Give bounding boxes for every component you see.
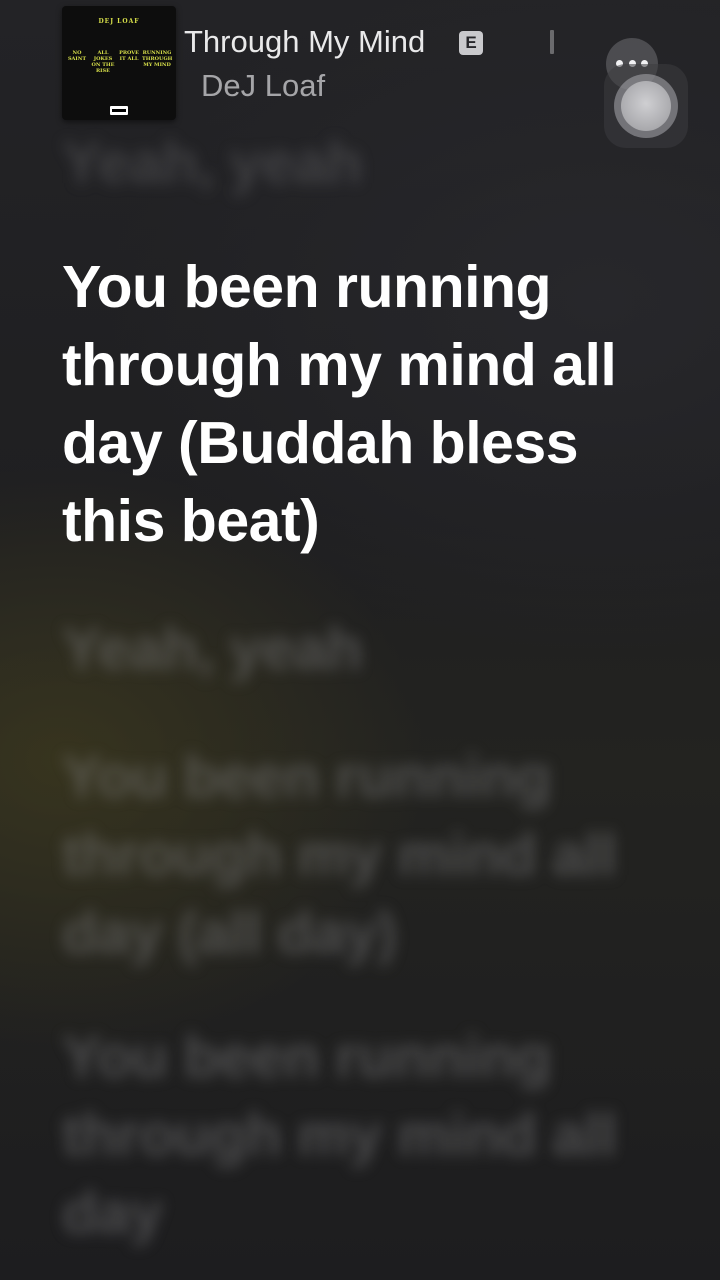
explicit-badge: E bbox=[459, 31, 483, 55]
album-art-brand: DEJ LOAF bbox=[98, 18, 140, 25]
lyric-line-upcoming[interactable]: Yeah, yeah bbox=[62, 610, 672, 688]
song-title[interactable]: Through My Mind bbox=[184, 22, 425, 62]
album-art-tag: NO SAINT bbox=[67, 50, 87, 62]
lyric-line-past[interactable]: Yeah, yeah bbox=[62, 124, 672, 202]
album-artwork[interactable]: DEJ LOAF NO SAINT ALL JOKES ON THE RISE … bbox=[62, 6, 176, 120]
artist-name[interactable]: DeJ Loaf bbox=[201, 66, 325, 106]
lyric-line-current[interactable]: You been running through my mind all day… bbox=[62, 248, 672, 560]
album-art-tracklist: NO SAINT ALL JOKES ON THE RISE PROVE IT … bbox=[66, 50, 173, 74]
lyric-line-upcoming[interactable]: You been running through my mind all day bbox=[62, 1018, 672, 1252]
parental-advisory-logo bbox=[110, 106, 128, 115]
lyric-line-upcoming[interactable]: You been running through my mind all day… bbox=[62, 738, 672, 972]
album-art-tag: ALL JOKES ON THE RISE bbox=[91, 50, 115, 74]
assistive-touch-icon[interactable] bbox=[604, 64, 688, 148]
album-art-tag: RUNNING THROUGH MY MIND bbox=[142, 50, 173, 68]
album-art-tag: PROVE IT ALL bbox=[119, 50, 139, 62]
title-overflow-glyph bbox=[550, 30, 554, 54]
now-playing-header: DEJ LOAF NO SAINT ALL JOKES ON THE RISE … bbox=[0, 0, 720, 148]
